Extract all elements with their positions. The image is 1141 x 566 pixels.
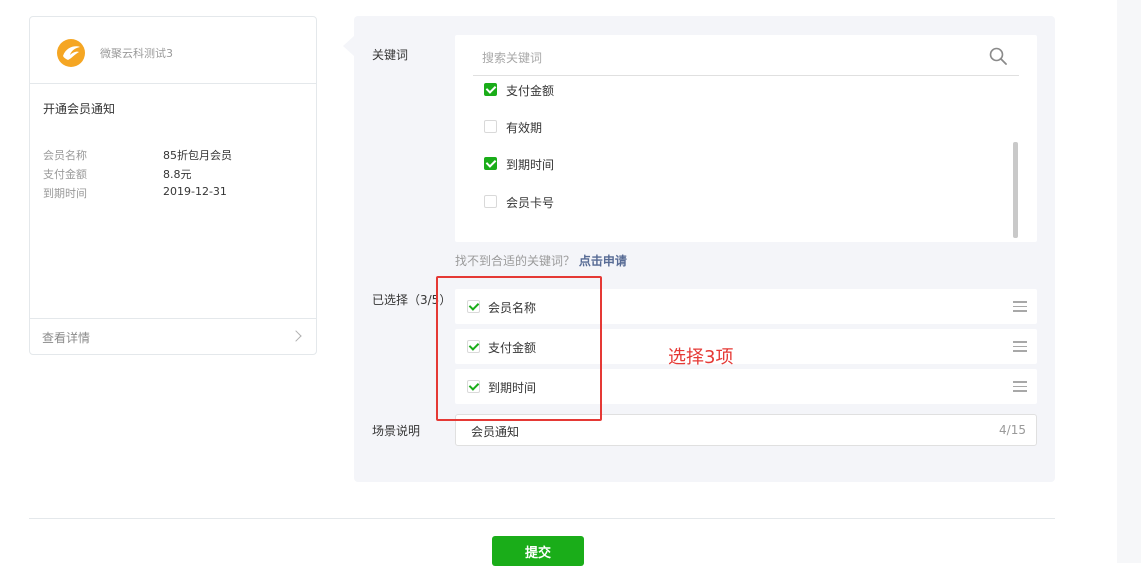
field-value: 8.8元 bbox=[163, 168, 192, 181]
drag-handle-icon[interactable] bbox=[1013, 381, 1027, 392]
keyword-option-label: 支付金额 bbox=[506, 84, 555, 98]
footer-divider bbox=[29, 518, 1055, 519]
hint-text: 找不到合适的关键词？ bbox=[455, 254, 576, 268]
keyword-picker: 搜索关键词 支付金额 有效期 到期时间 会员卡号 bbox=[455, 35, 1037, 242]
panel-pointer bbox=[343, 36, 354, 56]
field-key: 支付金额 bbox=[43, 168, 87, 181]
field-row: 支付金额 8.8元 bbox=[43, 166, 192, 182]
field-key: 到期时间 bbox=[43, 187, 87, 200]
message-preview-card: 微聚云科测试3 开通会员通知 会员名称 85折包月会员 支付金额 8.8元 到期… bbox=[29, 16, 317, 355]
annotation-text: 选择3项 bbox=[668, 347, 734, 368]
checkbox[interactable] bbox=[484, 157, 497, 170]
account-name: 微聚云科测试3 bbox=[100, 47, 173, 60]
keyword-label: 关键词 bbox=[372, 48, 409, 62]
field-value: 2019-12-31 bbox=[163, 185, 227, 198]
drag-handle-icon[interactable] bbox=[1013, 341, 1027, 352]
search-icon[interactable] bbox=[989, 47, 1007, 65]
field-row: 到期时间 2019-12-31 bbox=[43, 185, 227, 201]
keyword-scrollbar[interactable] bbox=[1013, 142, 1018, 238]
scene-value: 会员通知 bbox=[471, 425, 520, 439]
field-value: 85折包月会员 bbox=[163, 149, 232, 162]
checkbox[interactable] bbox=[484, 83, 497, 96]
keyword-option-label: 会员卡号 bbox=[506, 196, 555, 210]
submit-button[interactable]: 提交 bbox=[492, 536, 584, 566]
view-details-link[interactable]: 查看详情 bbox=[30, 318, 316, 355]
char-counter: 4/15 bbox=[999, 423, 1026, 437]
scene-label: 场景说明 bbox=[372, 424, 421, 438]
card-header: 微聚云科测试3 bbox=[30, 17, 316, 84]
checkbox[interactable] bbox=[484, 195, 497, 208]
keyword-hint: 找不到合适的关键词？ 点击申请 bbox=[455, 252, 627, 269]
chevron-right-icon bbox=[290, 330, 302, 342]
view-details-label: 查看详情 bbox=[42, 331, 91, 345]
notice-title: 开通会员通知 bbox=[43, 102, 116, 116]
search-placeholder[interactable]: 搜索关键词 bbox=[482, 49, 542, 66]
apply-keyword-link[interactable]: 点击申请 bbox=[579, 254, 627, 268]
field-row: 会员名称 85折包月会员 bbox=[43, 147, 232, 163]
keyword-option-label: 到期时间 bbox=[506, 158, 555, 172]
keyword-search[interactable]: 搜索关键词 bbox=[473, 35, 1019, 76]
drag-handle-icon[interactable] bbox=[1013, 301, 1027, 312]
checkbox[interactable] bbox=[484, 120, 497, 133]
right-scroll-area bbox=[1117, 0, 1141, 563]
account-logo-icon bbox=[57, 39, 85, 67]
field-key: 会员名称 bbox=[43, 149, 87, 162]
keyword-option-label: 有效期 bbox=[506, 121, 543, 135]
annotation-highlight-box bbox=[436, 276, 602, 421]
